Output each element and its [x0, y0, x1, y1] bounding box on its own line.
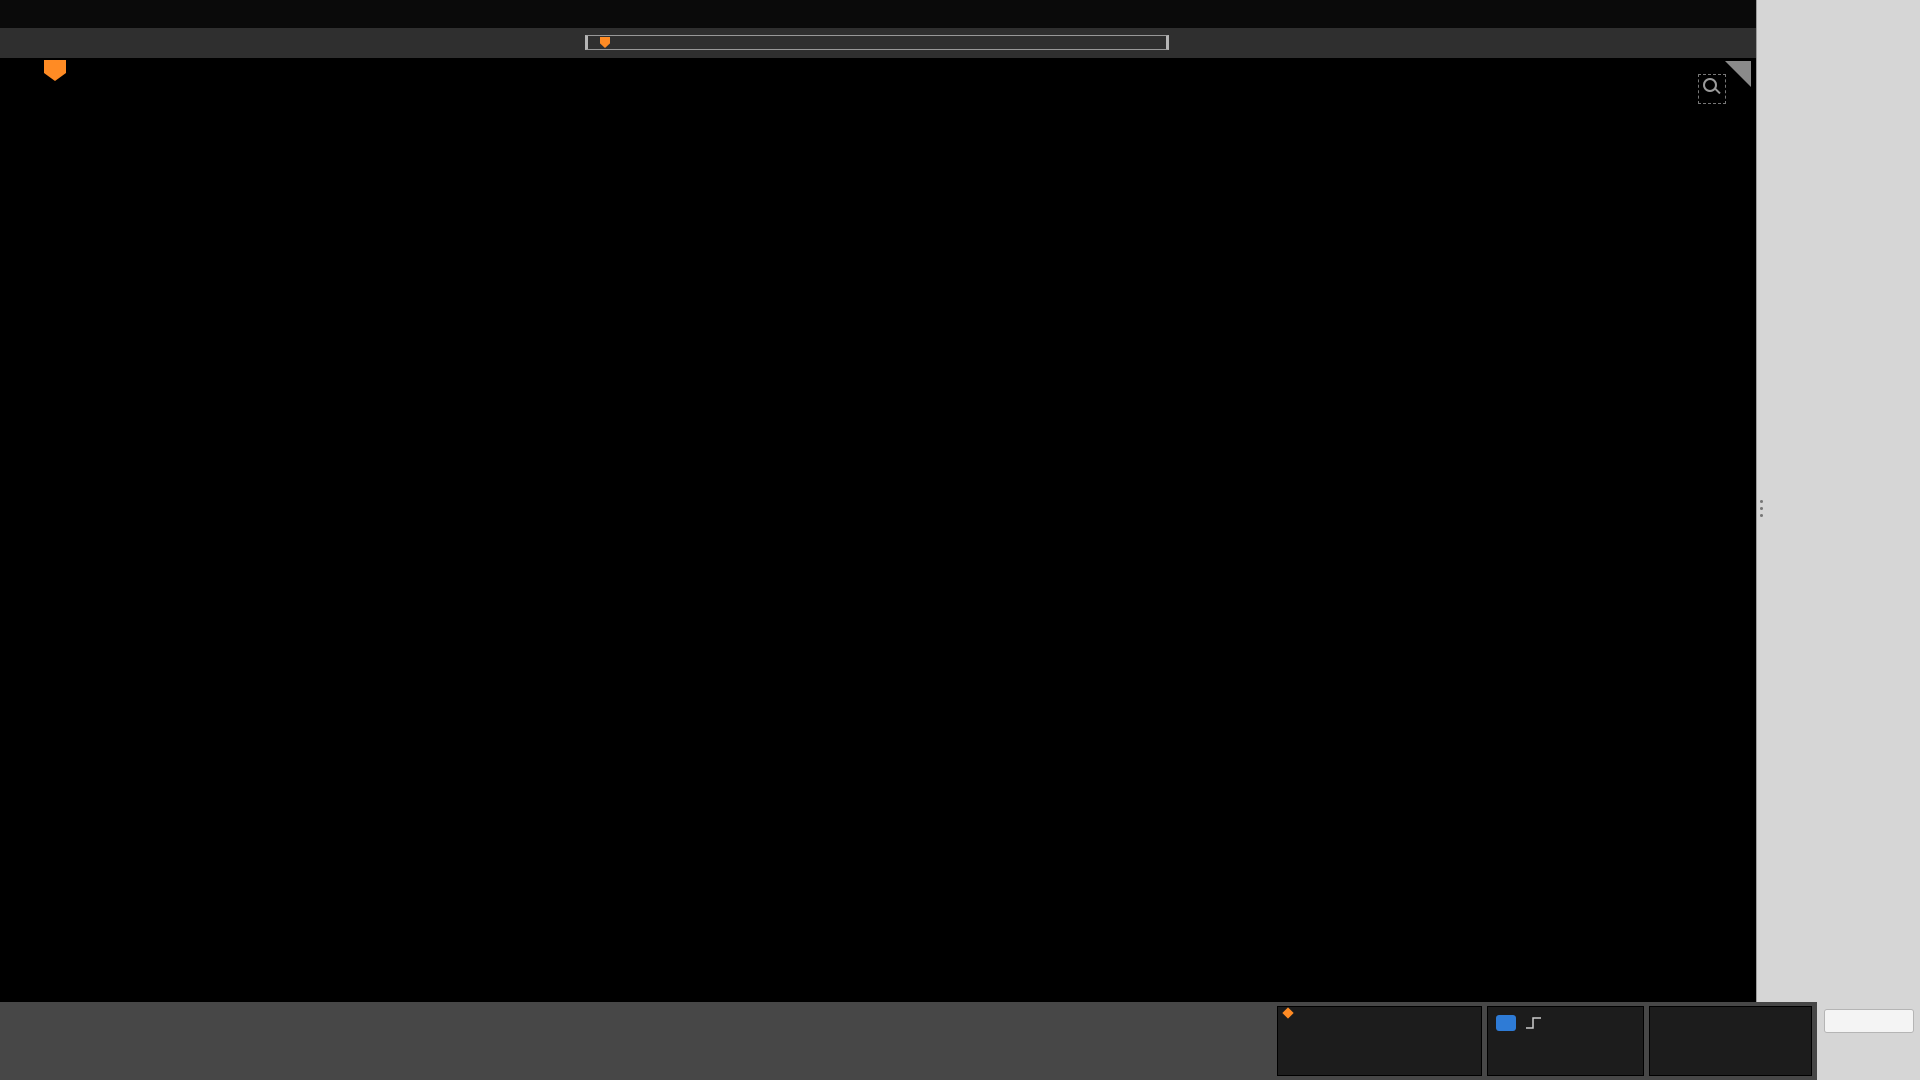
trigger-position-icon: [1282, 1007, 1294, 1019]
record-minimap[interactable]: [585, 35, 1169, 50]
horizontal-position: [1282, 1007, 1390, 1019]
trigger-panel[interactable]: [1487, 1006, 1644, 1076]
waveform-display[interactable]: [0, 58, 1756, 1002]
zoom-corner-icon[interactable]: [1725, 61, 1751, 87]
zoom-box-icon[interactable]: [1698, 74, 1726, 104]
acquisition-panel[interactable]: [1649, 1006, 1812, 1076]
panel-resize-handle[interactable]: [1760, 500, 1763, 517]
preview-button[interactable]: [1823, 1009, 1914, 1033]
trigger-source-badge: [1496, 1015, 1516, 1031]
waveform-canvas: [0, 58, 1756, 1002]
magnifier-icon: [1703, 78, 1717, 92]
preview-area: [1817, 1002, 1920, 1080]
right-panel: [1756, 0, 1920, 1002]
menu-bar: [0, 0, 1756, 28]
settings-bar: [0, 1002, 1920, 1080]
oscilloscope-app: [0, 0, 1920, 1080]
horizontal-panel[interactable]: [1277, 1006, 1482, 1076]
rising-edge-icon: [1526, 1017, 1541, 1029]
minimap-trigger-marker-icon[interactable]: [600, 37, 610, 48]
waveform-view-titlebar: [0, 28, 1756, 59]
